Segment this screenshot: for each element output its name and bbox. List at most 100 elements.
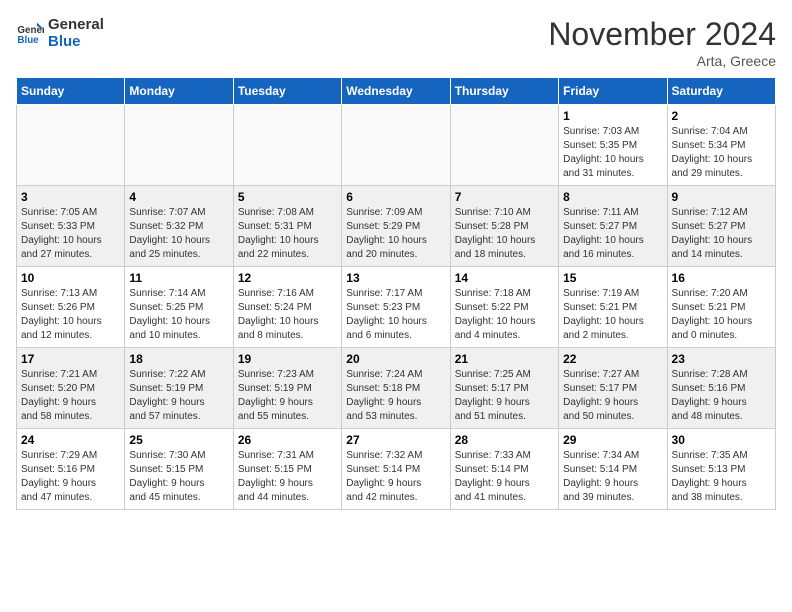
calendar-cell: 8 Sunrise: 7:11 AM Sunset: 5:27 PM Daylig…: [559, 186, 667, 267]
calendar-cell: 18 Sunrise: 7:22 AM Sunset: 5:19 PM Dayli…: [125, 348, 233, 429]
day-number: 9: [672, 190, 771, 204]
day-number: 29: [563, 433, 662, 447]
day-info: Sunrise: 7:30 AM Sunset: 5:15 PM Dayligh…: [129, 449, 228, 505]
calendar-cell: 22Sunrise: 7:27 AM Sunset: 5:17 PM Dayli…: [559, 348, 667, 429]
calendar-cell: [450, 105, 558, 186]
calendar-table: SundayMondayTuesdayWednesdayThursdayFrid…: [16, 77, 776, 510]
calendar-cell: 12 Sunrise: 7:16 AM Sunset: 5:24 PM Dayli…: [233, 267, 341, 348]
calendar-cell: 21Sunrise: 7:25 AM Sunset: 5:17 PM Dayli…: [450, 348, 558, 429]
day-number: 12: [238, 271, 337, 285]
calendar-cell: 10Sunrise: 7:13 AM Sunset: 5:26 PM Dayli…: [17, 267, 125, 348]
day-info: Sunrise: 7:25 AM Sunset: 5:17 PM Dayligh…: [455, 368, 554, 424]
day-header-thursday: Thursday: [450, 78, 558, 105]
day-number: 26: [238, 433, 337, 447]
day-header-saturday: Saturday: [667, 78, 775, 105]
day-info: Sunrise: 7:11 AM Sunset: 5:27 PM Dayligh…: [563, 206, 662, 262]
calendar-week-5: 24Sunrise: 7:29 AM Sunset: 5:16 PM Dayli…: [17, 429, 776, 510]
day-info: Sunrise: 7:03 AM Sunset: 5:35 PM Dayligh…: [563, 125, 662, 181]
calendar-cell: 24Sunrise: 7:29 AM Sunset: 5:16 PM Dayli…: [17, 429, 125, 510]
day-info: Sunrise: 7:27 AM Sunset: 5:17 PM Dayligh…: [563, 368, 662, 424]
calendar-cell: 13 Sunrise: 7:17 AM Sunset: 5:23 PM Dayli…: [342, 267, 450, 348]
calendar-cell: 27Sunrise: 7:32 AM Sunset: 5:14 PM Dayli…: [342, 429, 450, 510]
day-info: Sunrise: 7:19 AM Sunset: 5:21 PM Dayligh…: [563, 287, 662, 343]
calendar-cell: 14 Sunrise: 7:18 AM Sunset: 5:22 PM Dayli…: [450, 267, 558, 348]
day-number: 30: [672, 433, 771, 447]
calendar-header-row: SundayMondayTuesdayWednesdayThursdayFrid…: [17, 78, 776, 105]
logo-text-blue: Blue: [48, 33, 104, 50]
day-number: 5: [238, 190, 337, 204]
day-number: 16: [672, 271, 771, 285]
day-number: 19: [238, 352, 337, 366]
day-info: Sunrise: 7:20 AM Sunset: 5:21 PM Dayligh…: [672, 287, 771, 343]
day-number: 13: [346, 271, 445, 285]
day-number: 1: [563, 109, 662, 123]
page-header: General Blue General Blue November 2024 …: [16, 16, 776, 69]
calendar-week-2: 3 Sunrise: 7:05 AM Sunset: 5:33 PM Daylig…: [17, 186, 776, 267]
day-number: 11: [129, 271, 228, 285]
day-number: 18: [129, 352, 228, 366]
day-info: Sunrise: 7:18 AM Sunset: 5:22 PM Dayligh…: [455, 287, 554, 343]
calendar-week-1: 1 Sunrise: 7:03 AM Sunset: 5:35 PM Daylig…: [17, 105, 776, 186]
day-info: Sunrise: 7:28 AM Sunset: 5:16 PM Dayligh…: [672, 368, 771, 424]
calendar-cell: 1 Sunrise: 7:03 AM Sunset: 5:35 PM Daylig…: [559, 105, 667, 186]
logo: General Blue General Blue: [16, 16, 104, 50]
day-header-monday: Monday: [125, 78, 233, 105]
day-info: Sunrise: 7:05 AM Sunset: 5:33 PM Dayligh…: [21, 206, 120, 262]
calendar-cell: 15 Sunrise: 7:19 AM Sunset: 5:21 PM Dayli…: [559, 267, 667, 348]
day-number: 20: [346, 352, 445, 366]
calendar-cell: [342, 105, 450, 186]
day-header-tuesday: Tuesday: [233, 78, 341, 105]
calendar-cell: [125, 105, 233, 186]
day-info: Sunrise: 7:09 AM Sunset: 5:29 PM Dayligh…: [346, 206, 445, 262]
calendar-cell: 30 Sunrise: 7:35 AM Sunset: 5:13 PM Dayli…: [667, 429, 775, 510]
calendar-cell: 9 Sunrise: 7:12 AM Sunset: 5:27 PM Daylig…: [667, 186, 775, 267]
day-number: 17: [21, 352, 120, 366]
calendar-cell: 28 Sunrise: 7:33 AM Sunset: 5:14 PM Dayli…: [450, 429, 558, 510]
day-info: Sunrise: 7:29 AM Sunset: 5:16 PM Dayligh…: [21, 449, 120, 505]
day-info: Sunrise: 7:04 AM Sunset: 5:34 PM Dayligh…: [672, 125, 771, 181]
day-number: 8: [563, 190, 662, 204]
calendar-cell: 23 Sunrise: 7:28 AM Sunset: 5:16 PM Dayli…: [667, 348, 775, 429]
day-number: 25: [129, 433, 228, 447]
calendar-cell: 4Sunrise: 7:07 AM Sunset: 5:32 PM Daylig…: [125, 186, 233, 267]
calendar-cell: [233, 105, 341, 186]
calendar-cell: [17, 105, 125, 186]
calendar-cell: 25 Sunrise: 7:30 AM Sunset: 5:15 PM Dayli…: [125, 429, 233, 510]
day-number: 23: [672, 352, 771, 366]
title-block: November 2024 Arta, Greece: [548, 16, 776, 69]
day-info: Sunrise: 7:33 AM Sunset: 5:14 PM Dayligh…: [455, 449, 554, 505]
day-info: Sunrise: 7:22 AM Sunset: 5:19 PM Dayligh…: [129, 368, 228, 424]
calendar-cell: 29 Sunrise: 7:34 AM Sunset: 5:14 PM Dayli…: [559, 429, 667, 510]
calendar-cell: 11Sunrise: 7:14 AM Sunset: 5:25 PM Dayli…: [125, 267, 233, 348]
day-number: 7: [455, 190, 554, 204]
day-info: Sunrise: 7:08 AM Sunset: 5:31 PM Dayligh…: [238, 206, 337, 262]
day-info: Sunrise: 7:17 AM Sunset: 5:23 PM Dayligh…: [346, 287, 445, 343]
calendar-cell: 19 Sunrise: 7:23 AM Sunset: 5:19 PM Dayli…: [233, 348, 341, 429]
day-number: 4: [129, 190, 228, 204]
day-number: 3: [21, 190, 120, 204]
day-number: 2: [672, 109, 771, 123]
day-info: Sunrise: 7:13 AM Sunset: 5:26 PM Dayligh…: [21, 287, 120, 343]
day-info: Sunrise: 7:21 AM Sunset: 5:20 PM Dayligh…: [21, 368, 120, 424]
day-info: Sunrise: 7:35 AM Sunset: 5:13 PM Dayligh…: [672, 449, 771, 505]
day-info: Sunrise: 7:32 AM Sunset: 5:14 PM Dayligh…: [346, 449, 445, 505]
day-info: Sunrise: 7:24 AM Sunset: 5:18 PM Dayligh…: [346, 368, 445, 424]
calendar-cell: 17 Sunrise: 7:21 AM Sunset: 5:20 PM Dayli…: [17, 348, 125, 429]
logo-icon: General Blue: [16, 19, 44, 47]
month-title: November 2024: [548, 16, 776, 53]
calendar-cell: 16 Sunrise: 7:20 AM Sunset: 5:21 PM Dayli…: [667, 267, 775, 348]
day-info: Sunrise: 7:34 AM Sunset: 5:14 PM Dayligh…: [563, 449, 662, 505]
day-header-sunday: Sunday: [17, 78, 125, 105]
day-info: Sunrise: 7:10 AM Sunset: 5:28 PM Dayligh…: [455, 206, 554, 262]
day-number: 14: [455, 271, 554, 285]
day-info: Sunrise: 7:23 AM Sunset: 5:19 PM Dayligh…: [238, 368, 337, 424]
day-info: Sunrise: 7:16 AM Sunset: 5:24 PM Dayligh…: [238, 287, 337, 343]
day-number: 28: [455, 433, 554, 447]
calendar-cell: 3 Sunrise: 7:05 AM Sunset: 5:33 PM Daylig…: [17, 186, 125, 267]
calendar-cell: 2 Sunrise: 7:04 AM Sunset: 5:34 PM Daylig…: [667, 105, 775, 186]
day-info: Sunrise: 7:12 AM Sunset: 5:27 PM Dayligh…: [672, 206, 771, 262]
logo-text-general: General: [48, 16, 104, 33]
day-number: 15: [563, 271, 662, 285]
svg-text:Blue: Blue: [17, 35, 39, 46]
calendar-cell: 7 Sunrise: 7:10 AM Sunset: 5:28 PM Daylig…: [450, 186, 558, 267]
